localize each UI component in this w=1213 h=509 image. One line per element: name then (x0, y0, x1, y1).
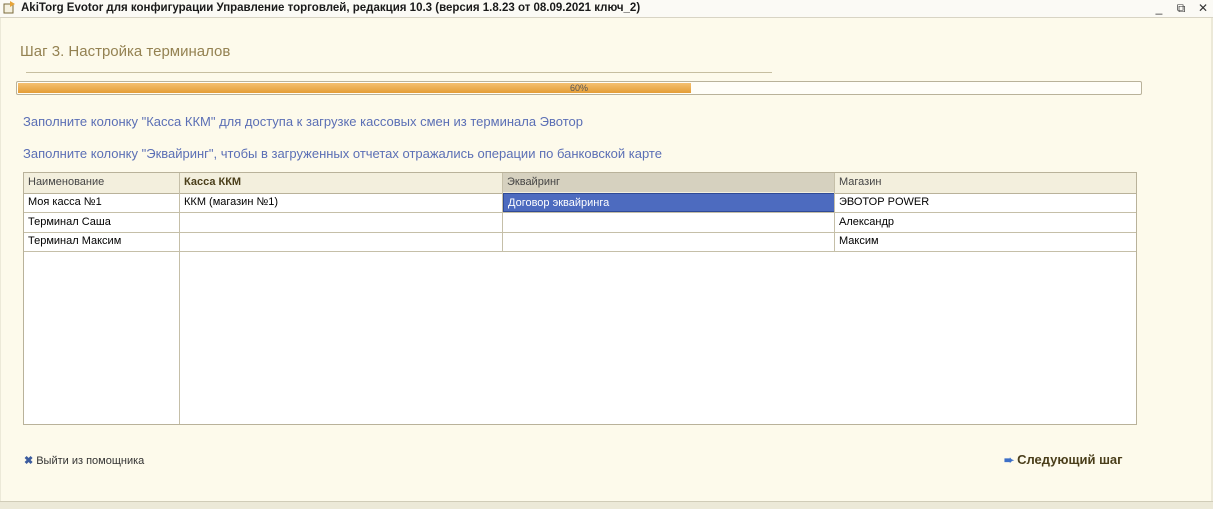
minimize-button[interactable]: _ (1150, 0, 1168, 16)
cell-name[interactable]: Моя касса №1 (24, 193, 180, 212)
title-bar: AkiTorg Evotor для конфигурации Управлен… (0, 0, 1213, 18)
terminals-table[interactable]: Наименование Касса ККМ Эквайринг Магазин… (23, 172, 1137, 425)
window-title: AkiTorg Evotor для конфигурации Управлен… (21, 2, 641, 14)
cell-name[interactable]: Терминал Максим (24, 232, 180, 251)
cell-kkm[interactable] (180, 232, 503, 251)
column-divider (502, 173, 503, 251)
info-text-kkm: Заполните колонку "Касса ККМ" для доступ… (23, 114, 583, 129)
column-divider (834, 173, 835, 251)
column-header-acquiring[interactable]: Эквайринг (503, 173, 835, 192)
wizard-panel: Шаг 3. Настройка терминалов 60% Заполнит… (1, 18, 1211, 501)
maximize-button[interactable]: ⧉ (1172, 0, 1190, 16)
cell-kkm[interactable]: ККМ (магазин №1) (180, 193, 503, 212)
cell-store[interactable]: Александр (835, 213, 1136, 232)
arrow-right-icon: ➨ (1004, 453, 1015, 467)
column-header-kkm[interactable]: Касса ККМ (180, 173, 503, 192)
column-divider (179, 173, 180, 424)
info-text-acquiring: Заполните колонку "Эквайринг", чтобы в з… (23, 146, 662, 161)
table-header: Наименование Касса ККМ Эквайринг Магазин (24, 173, 1136, 194)
next-step-label: Следующий шаг (1017, 452, 1123, 467)
page-title: Шаг 3. Настройка терминалов (20, 43, 231, 60)
title-divider (26, 72, 772, 73)
close-button[interactable]: ✕ (1194, 0, 1212, 16)
next-step-button[interactable]: ➨ Следующий шаг (1004, 452, 1123, 467)
column-header-name[interactable]: Наименование (24, 173, 180, 192)
cell-name[interactable]: Терминал Саша (24, 213, 180, 232)
cell-acquiring[interactable]: Договор эквайринга (503, 193, 835, 212)
cell-store[interactable]: ЭВОТОР POWER (835, 193, 1136, 212)
cell-store[interactable]: Максим (835, 232, 1136, 251)
progress-label: 60% (569, 83, 588, 93)
cell-acquiring[interactable] (503, 213, 835, 232)
progress-bar: 60% (16, 81, 1142, 95)
cell-kkm[interactable] (180, 213, 503, 232)
column-header-store[interactable]: Магазин (835, 173, 1136, 192)
app-icon (3, 1, 15, 14)
table-row[interactable]: Терминал Саша Александр (24, 213, 1136, 233)
exit-wizard-label: Выйти из помощника (36, 455, 145, 467)
close-x-icon: ✖ (24, 455, 34, 467)
table-row[interactable]: Терминал Максим Максим (24, 232, 1136, 252)
table-row[interactable]: Моя касса №1 ККМ (магазин №1) Договор эк… (24, 193, 1136, 213)
cell-acquiring[interactable] (503, 232, 835, 251)
exit-wizard-link[interactable]: ✖ Выйти из помощника (24, 454, 144, 467)
